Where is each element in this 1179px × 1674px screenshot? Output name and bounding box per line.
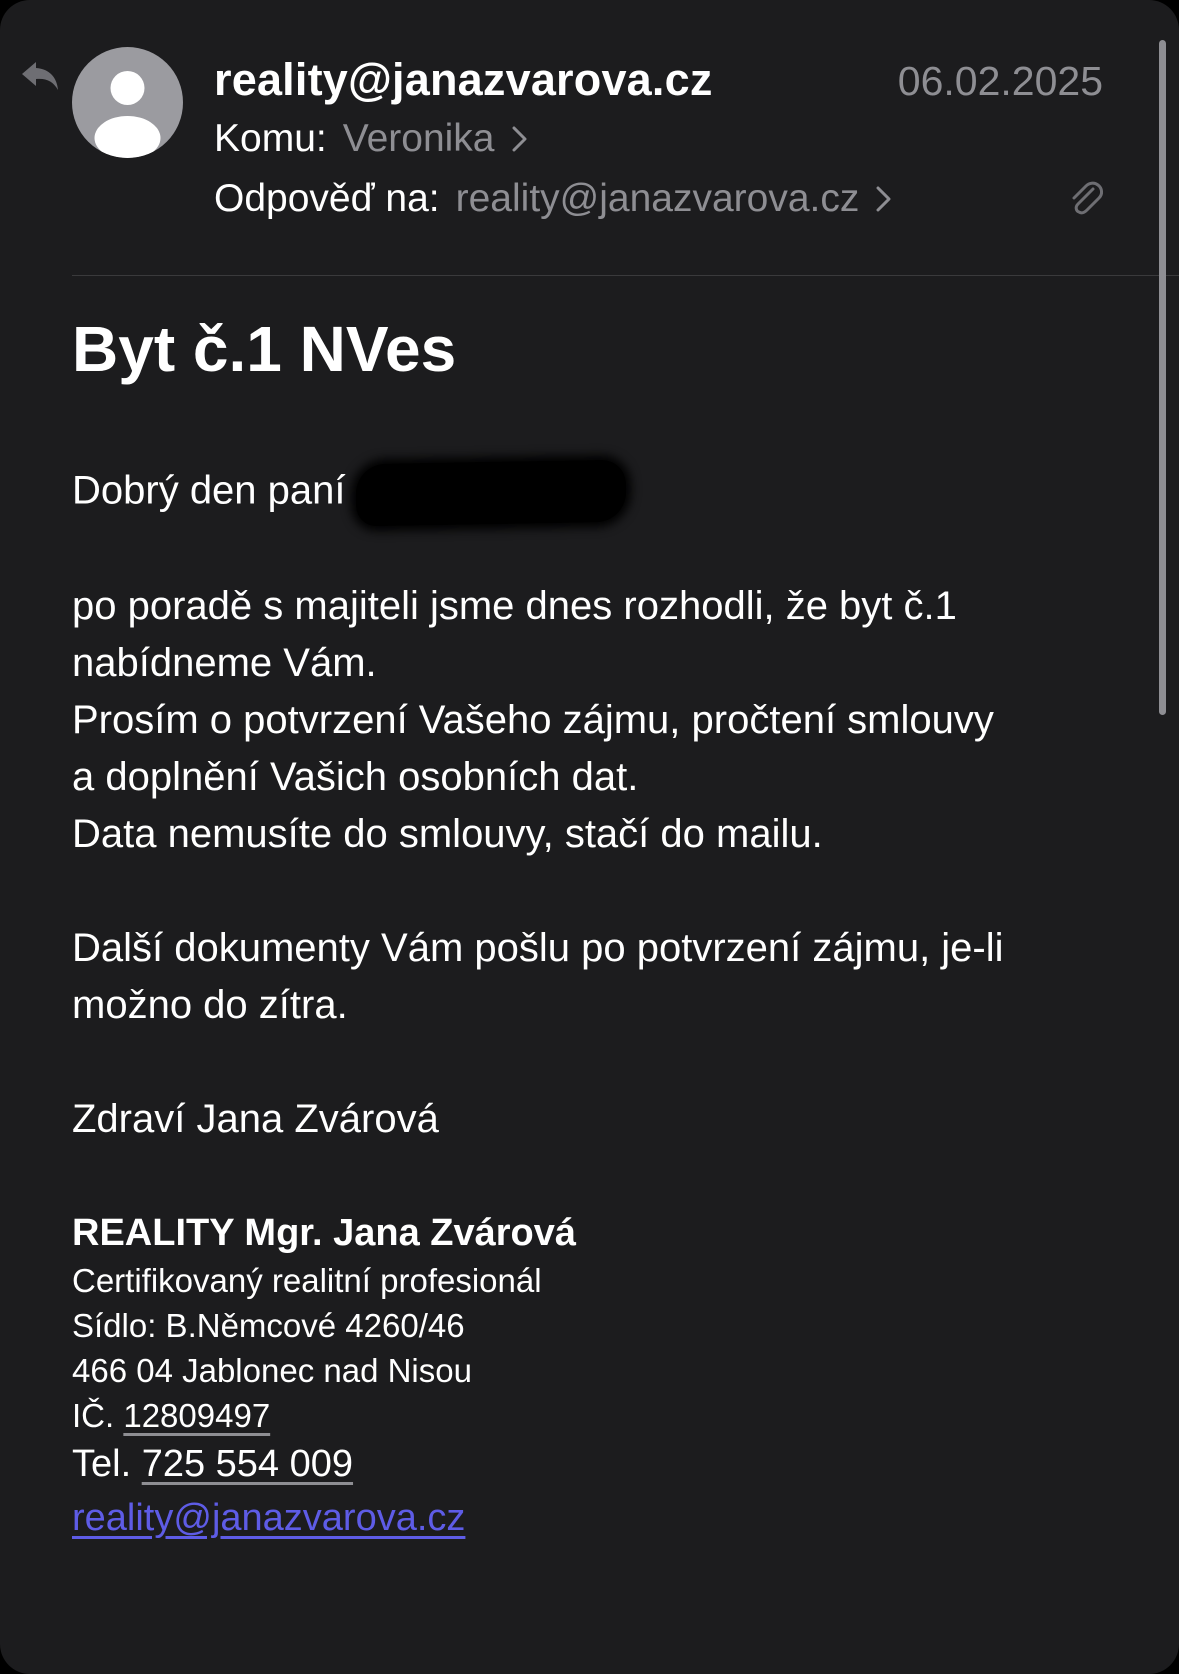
email-signature: REALITY Mgr. Jana Zvárová Certifikovaný … — [72, 1208, 576, 1546]
email-link[interactable]: reality@janazvarova.cz — [72, 1490, 576, 1546]
message-closing: Zdraví Jana Zvárová — [72, 1091, 1102, 1148]
message-greeting-block: Dobrý den paní — [72, 459, 1102, 527]
to-label: Komu: — [214, 117, 327, 160]
body-line: Další dokumenty Vám pošlu po potvrzení z… — [72, 926, 1004, 970]
reply-to-address[interactable]: reality@janazvarova.cz — [456, 177, 860, 221]
tel-label: Tel. — [72, 1443, 132, 1485]
reply-to-label: Odpověď na: — [214, 177, 440, 220]
to-row[interactable]: Komu: Veronika — [214, 117, 529, 161]
header-divider — [72, 275, 1179, 276]
signature-tel: Tel. 725 554 009 — [72, 1438, 576, 1490]
paperclip-icon — [1072, 181, 1103, 215]
signature-title: REALITY Mgr. Jana Zvárová — [72, 1212, 577, 1254]
chevron-right-icon — [876, 186, 891, 212]
body-line: po poradě s majiteli jsme dnes rozhodli,… — [72, 584, 957, 628]
message-paragraph-1: po poradě s majiteli jsme dnes rozhodli,… — [72, 578, 1102, 863]
body-line: a doplnění Vašich osobních dat. — [72, 755, 639, 799]
mail-message-view: reality@janazvarova.cz 06.02.2025 Komu: … — [0, 0, 1179, 1674]
body-line: Prosím o potvrzení Vašeho zájmu, pročten… — [72, 698, 994, 742]
redaction-mark — [354, 459, 627, 527]
sender-avatar[interactable] — [72, 47, 183, 158]
closing-line: Zdraví Jana Zvárová — [72, 1097, 439, 1141]
person-avatar-icon — [94, 71, 161, 158]
body-line: možno do zítra. — [72, 983, 348, 1027]
message-date: 06.02.2025 — [897, 58, 1103, 104]
chevron-right-icon — [512, 126, 526, 152]
reply-to-row[interactable]: Odpověď na: reality@janazvarova.cz — [214, 177, 893, 221]
reply-arrow-icon — [22, 62, 58, 90]
body-line: nabídneme Vám. — [72, 641, 377, 685]
ic-label: IČ. — [72, 1397, 115, 1434]
signature-ic: IČ. 12809497 — [72, 1393, 576, 1438]
message-paragraph-2: Další dokumenty Vám pošlu po potvrzení z… — [72, 920, 1102, 1034]
signature-line: Certifikovaný realitní profesionál — [72, 1262, 542, 1299]
to-recipient[interactable]: Veronika — [343, 117, 495, 161]
phone-link[interactable]: 725 554 009 — [142, 1443, 353, 1485]
ic-number[interactable]: 12809497 — [123, 1397, 270, 1434]
scrollbar[interactable] — [1159, 40, 1166, 715]
signature-line: Sídlo: B.Němcové 4260/46 — [72, 1307, 465, 1344]
greeting-text: Dobrý den paní — [72, 468, 346, 513]
greeting-line: Dobrý den paní — [72, 459, 1102, 527]
sender-address[interactable]: reality@janazvarova.cz — [214, 54, 713, 106]
message-subject: Byt č.1 NVes — [72, 313, 457, 385]
body-line: Data nemusíte do smlouvy, stačí do mailu… — [72, 812, 823, 856]
signature-line: 466 04 Jablonec nad Nisou — [72, 1352, 472, 1389]
